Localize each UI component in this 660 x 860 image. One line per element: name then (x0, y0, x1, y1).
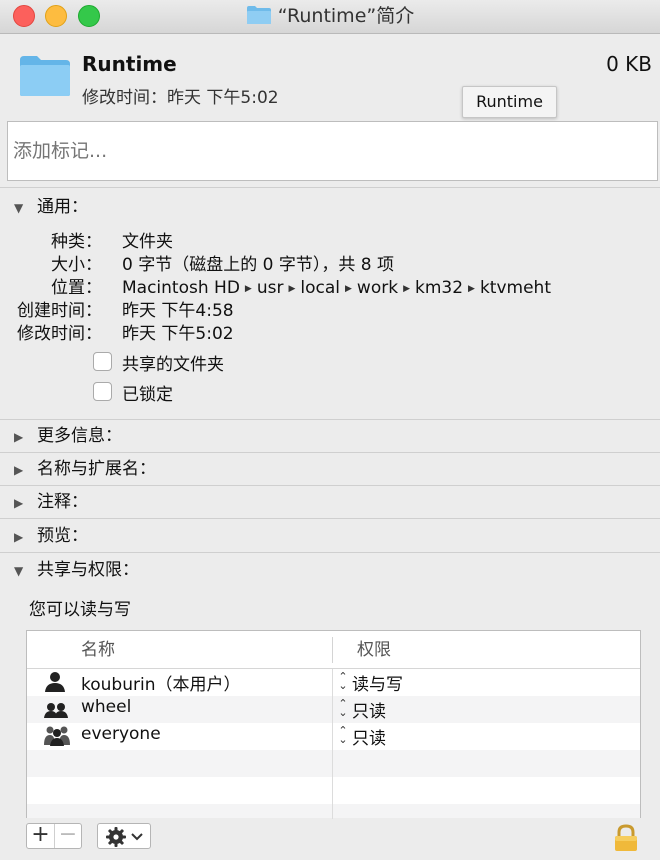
privilege-select[interactable]: ⌃ ⌄ 读与写 (334, 670, 403, 695)
privilege-select[interactable]: ⌃ ⌄ 只读 (334, 724, 386, 749)
path-item: km32 (414, 278, 464, 298)
empty-row (27, 750, 640, 777)
updown-chevron-icon: ⌃ ⌄ (338, 670, 348, 692)
chevron-right-icon: ▶ (288, 284, 296, 294)
section-sharing-label: 共享与权限： (37, 560, 139, 580)
folder-icon (246, 6, 271, 24)
gear-icon (106, 827, 126, 847)
disclosure-closed-icon: ▶ (14, 430, 24, 444)
locked-checkbox[interactable] (93, 382, 112, 401)
column-header-privilege[interactable]: 权限 (357, 631, 391, 669)
add-user-button[interactable]: + (27, 824, 54, 848)
privilege-value: 读与写 (352, 675, 403, 695)
divider (0, 518, 660, 519)
section-name-extension[interactable]: ▶ 名称与扩展名： (14, 457, 156, 481)
path-item: work (356, 278, 399, 298)
path-item: Macintosh HD (122, 278, 240, 298)
single-user-icon (45, 672, 65, 692)
privilege-value: 只读 (352, 702, 386, 722)
created-label: 创建时间： (17, 301, 102, 321)
divider (0, 485, 660, 486)
divider (0, 452, 660, 453)
group-icon (44, 703, 68, 718)
section-comments[interactable]: ▶ 注释： (14, 490, 88, 514)
shared-folder-checkbox[interactable] (93, 352, 112, 371)
section-general[interactable]: ▼ 通用： (14, 195, 88, 219)
everyone-icon (44, 726, 70, 746)
modified-label: 修改时间： (17, 324, 102, 344)
item-name: Runtime (82, 52, 177, 76)
table-row[interactable]: wheel ⌃ ⌄ 只读 (27, 696, 640, 723)
where-row: 位置： Macintosh HD ▶ usr ▶ local ▶ work ▶ km32 ▶ ktv… (0, 277, 640, 299)
item-modified: 修改时间：昨天 下午5:02 (82, 88, 279, 108)
lock-icon[interactable] (614, 824, 638, 852)
window-title: “Runtime”简介 (277, 5, 415, 27)
chevron-right-icon: ▶ (244, 284, 252, 294)
disclosure-closed-icon: ▶ (14, 496, 24, 510)
chevron-right-icon: ▶ (345, 284, 352, 294)
privilege-select[interactable]: ⌃ ⌄ 只读 (334, 697, 386, 722)
modified-row: 修改时间： 昨天 下午5:02 (0, 323, 640, 345)
action-menu-button[interactable] (97, 823, 151, 849)
size-value: 0 字节（磁盘上的 0 字节），共 8 项 (122, 255, 394, 275)
divider (0, 552, 660, 553)
column-header-name[interactable]: 名称 (81, 631, 115, 669)
name-tooltip: Runtime (462, 86, 557, 118)
table-row[interactable]: everyone ⌃ ⌄ 只读 (27, 723, 640, 750)
table-row[interactable]: kouburin（本用户） ⌃ ⌄ 读与写 (27, 669, 640, 696)
locked-label: 已锁定 (122, 385, 173, 405)
user-name: everyone (81, 724, 161, 744)
folder-icon (20, 56, 70, 96)
disclosure-open-icon: ▼ (14, 564, 24, 578)
chevron-right-icon: ▶ (403, 284, 410, 294)
updown-chevron-icon: ⌃ ⌄ (338, 724, 348, 746)
window-title-wrap: “Runtime”简介 (0, 3, 660, 29)
divider (0, 419, 660, 420)
info-header: Runtime 修改时间：昨天 下午5:02 0 KB (0, 34, 660, 120)
permissions-table: 名称 权限 kouburin（本用户） ⌃ ⌄ 读与写 wheel ⌃ ⌄ 只读 eve… (26, 630, 641, 819)
where-label: 位置： (51, 278, 102, 298)
tags-input[interactable] (7, 121, 658, 181)
column-divider (332, 669, 333, 819)
remove-user-button[interactable]: − (54, 824, 81, 848)
chevron-right-icon: ▶ (468, 284, 475, 294)
shared-folder-label: 共享的文件夹 (122, 355, 224, 375)
size-row: 大小： 0 字节（磁盘上的 0 字节），共 8 项 (0, 254, 640, 276)
section-preview[interactable]: ▶ 预览： (14, 524, 88, 548)
section-more-info[interactable]: ▶ 更多信息： (14, 424, 122, 448)
user-name: wheel (81, 697, 132, 717)
disclosure-closed-icon: ▶ (14, 530, 24, 544)
kind-row: 种类： 文件夹 (0, 231, 640, 253)
permission-note: 您可以读与写 (29, 600, 131, 620)
section-comments-label: 注释： (37, 492, 88, 512)
disclosure-open-icon: ▼ (14, 201, 24, 215)
section-more-info-label: 更多信息： (37, 426, 122, 446)
divider (0, 187, 660, 188)
privilege-value: 只读 (352, 729, 386, 749)
section-preview-label: 预览： (37, 526, 88, 546)
path-item: ktvmeht (479, 278, 551, 298)
title-bar: “Runtime”简介 (0, 0, 660, 34)
kind-label: 种类： (51, 232, 102, 252)
kind-value: 文件夹 (122, 232, 173, 252)
user-name: kouburin（本用户） (81, 675, 241, 695)
empty-row (27, 804, 640, 818)
path-breadcrumb: Macintosh HD ▶ usr ▶ local ▶ work ▶ km32 ▶ ktvmeht (122, 277, 551, 300)
add-remove-group: + − (26, 823, 82, 849)
section-name-extension-label: 名称与扩展名： (37, 459, 156, 479)
size-label: 大小： (51, 255, 102, 275)
modified-value: 昨天 下午5:02 (122, 324, 234, 344)
chevron-down-icon (131, 833, 143, 841)
updown-chevron-icon: ⌃ ⌄ (338, 697, 348, 719)
section-sharing[interactable]: ▼ 共享与权限： (14, 558, 139, 582)
column-divider (332, 637, 333, 663)
section-general-label: 通用： (37, 197, 88, 217)
item-size: 0 KB (606, 52, 652, 76)
path-item: usr (256, 278, 284, 298)
created-value: 昨天 下午4:58 (122, 301, 234, 321)
disclosure-closed-icon: ▶ (14, 463, 24, 477)
path-item: local (300, 278, 340, 298)
created-row: 创建时间： 昨天 下午4:58 (0, 300, 640, 322)
